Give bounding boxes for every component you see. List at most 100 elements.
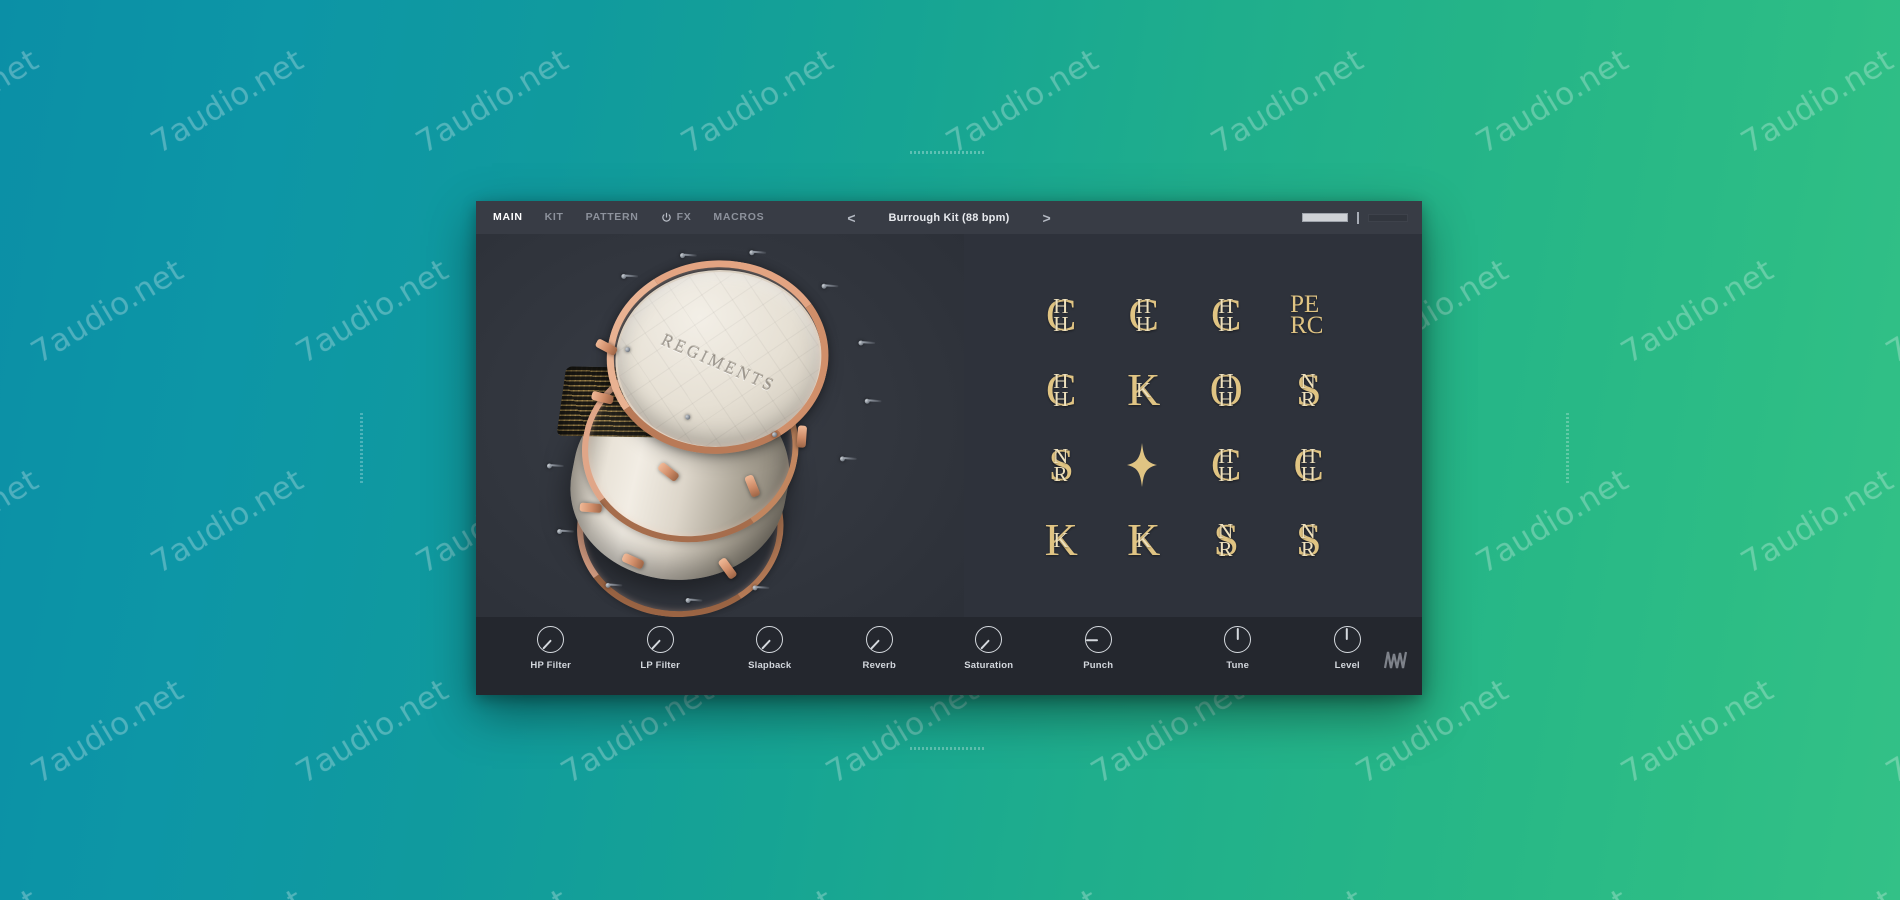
pad-11[interactable]: CHH [1183,428,1266,503]
tab-kit[interactable]: KIT [534,201,575,234]
drum-screw [839,455,846,462]
pad-monogram: SNR [1296,517,1322,563]
watermark-text: 7audio.net [940,882,1105,900]
preset-name-label[interactable]: Burrough Kit (88 bpm) [889,212,1010,224]
knob-hp-filter[interactable]: HP Filter [496,626,606,671]
knob-label: LP Filter [640,660,681,671]
pad-8[interactable]: SNR [1266,353,1349,428]
pad-2[interactable]: CHH [1101,278,1184,353]
knob-dial[interactable] [1224,626,1252,653]
knob-lp-filter[interactable]: LP Filter [606,626,716,671]
drum-screw [556,528,563,535]
pad-monogram-secondary: HH [1218,295,1234,336]
pad-monogram: PE RC [1290,292,1324,339]
knob-dial[interactable] [756,626,784,653]
tab-bar: MAIN KIT PATTERN FX MACROS [490,201,775,234]
pad-10[interactable] [1101,428,1184,503]
knob-punch[interactable]: Punch [1044,626,1154,671]
pad-monogram-secondary: HH [1301,445,1316,484]
pad-monogram: KK [1045,517,1078,563]
watermark-text: 7audio.net [410,42,575,161]
knob-dial[interactable] [1084,626,1112,653]
pad-6[interactable]: KK [1101,353,1184,428]
watermark-text: 7audio.net [1470,462,1635,581]
preset-prev-button[interactable]: < [842,208,860,228]
pad-monogram-secondary-char: H [1135,312,1151,336]
tab-fx[interactable]: FX [650,201,703,234]
pad-monogram-secondary: HH [1053,295,1069,336]
pad-grid-panel: C H H C H H C H H PE RC C H H K K O H H S N R S N R C H H C H H K K K K S N R… [964,234,1422,617]
tab-fx-label[interactable]: FX [677,201,692,234]
pad-monogram-secondary: K [1053,529,1068,550]
pad-monogram-secondary: HH [1053,370,1068,409]
pad-monogram: KK [1127,367,1160,413]
watermark-text: 7audio.net [0,462,45,581]
pad-monogram-secondary: HH [1135,295,1151,336]
pad-monogram-secondary: HH [1218,370,1233,409]
pad-14[interactable]: KK [1101,503,1184,578]
knob-pointer [1346,627,1349,640]
pad-3[interactable]: CHH [1183,278,1266,353]
drum-screw [752,584,759,591]
master-volume-slider[interactable] [1302,213,1348,222]
tab-pattern[interactable]: PATTERN [575,201,650,234]
pad-monogram-line: RC [1290,312,1324,339]
pad-13[interactable]: KK [1018,503,1101,578]
page-background: 7audio.net 7audio.net 7audio.net 7audio.net… [0,0,1900,900]
pad-monogram: CHH [1046,367,1077,413]
brand-logo-icon [1383,651,1408,669]
power-icon[interactable] [661,212,672,223]
pad-monogram-secondary: K [1135,377,1152,402]
knob-dial[interactable] [975,626,1003,653]
knob-pointer [651,638,661,649]
knob-dial[interactable] [865,626,893,653]
pad-9[interactable]: SNR [1018,428,1101,503]
pad-monogram-secondary: NR [1053,445,1068,486]
knob-dial[interactable] [646,626,674,653]
watermark-text: 7audio.net [0,882,45,900]
pad-monogram-secondary-char: H [1053,312,1069,336]
knob-slapback[interactable]: Slapback [715,626,825,671]
tab-main[interactable]: MAIN [490,201,534,234]
knob-pointer [1086,638,1099,641]
watermark-text: 7audio.net [1880,672,1900,791]
pad-monogram-secondary-char: R [1053,462,1068,486]
knob-label: Slapback [748,660,792,671]
pad-monogram-secondary: K [1136,529,1151,550]
pad-4[interactable]: PE RC [1266,278,1349,353]
watermark-text: 7audio.net [940,42,1105,161]
knob-pointer [541,638,552,649]
pad-monogram-secondary-char: H [1218,462,1234,486]
preset-next-button[interactable]: > [1037,208,1055,228]
watermark-text: 7audio.net [1470,42,1635,161]
knob-tune[interactable]: Tune [1183,626,1293,671]
decorative-dotted-line-top [910,151,985,154]
plugin-toolbar: MAIN KIT PATTERN FX MACROS < Burrough Ki… [476,201,1422,234]
watermark-text: 7audio.net [410,882,575,900]
knob-dial[interactable] [537,626,565,653]
drum-screw [857,339,864,347]
pad-monogram: SNR [1213,517,1239,563]
sparkle-icon [1126,443,1157,487]
pad-monogram-secondary-char: R [1301,537,1316,561]
pad-monogram: CHH [1211,442,1242,488]
pad-monogram: KK [1127,517,1160,563]
pad-monogram-secondary-char: R [1218,537,1233,561]
watermark-text: 7audio.net [1205,42,1370,161]
tab-macros[interactable]: MACROS [702,201,775,234]
pad-monogram-secondary-char: K [1135,377,1152,402]
pad-15[interactable]: SNR [1183,503,1266,578]
pad-7[interactable]: OHH [1183,353,1266,428]
master-output-section [1302,201,1408,234]
knob-reverb[interactable]: Reverb [825,626,935,671]
knob-saturation[interactable]: Saturation [934,626,1044,671]
knob-pointer [1236,627,1239,640]
knob-dial[interactable] [1333,626,1361,653]
watermark-text: 7audio.net [0,42,45,161]
output-level-meter [1368,213,1408,222]
pad-16[interactable]: SNR [1266,503,1349,578]
pad-5[interactable]: CHH [1018,353,1101,428]
pad-12[interactable]: CHH [1266,428,1349,503]
pad-monogram-secondary-char: H [1218,312,1234,336]
pad-1[interactable]: CHH [1018,278,1101,353]
